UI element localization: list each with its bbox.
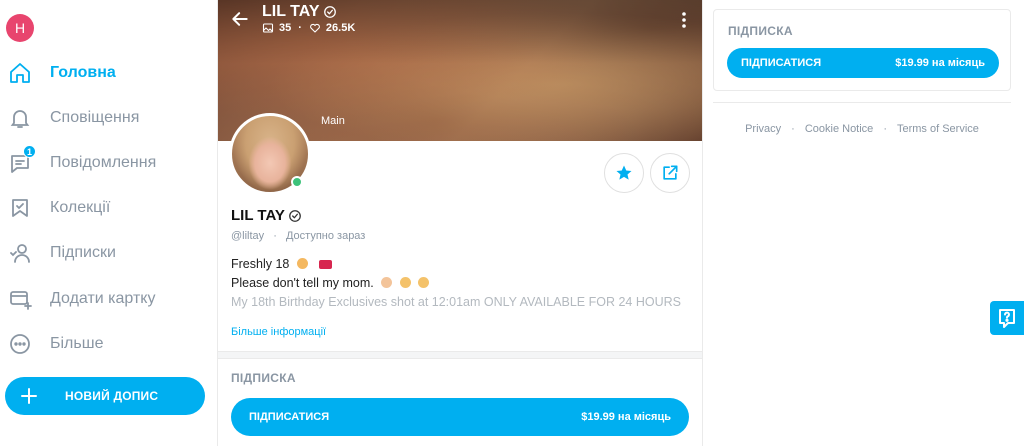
share-button[interactable] — [650, 153, 690, 193]
section-divider — [218, 351, 702, 359]
subscribe-label: ПІДПИСАТИСЯ — [741, 57, 822, 69]
cookie-notice-link[interactable]: Cookie Notice — [805, 123, 873, 135]
profile-bio: Freshly 18 Please don't tell my mom. My … — [231, 255, 681, 312]
plus-icon — [21, 388, 37, 404]
profile-display-name: LIL TAY — [231, 207, 285, 224]
bow-emoji-icon — [319, 260, 333, 269]
kebab-menu-icon[interactable] — [677, 10, 691, 30]
heart-icon — [310, 23, 320, 33]
stats-separator: · — [298, 22, 302, 34]
subscribe-label: ПІДПИСАТИСЯ — [249, 411, 330, 423]
media-count: 35 — [279, 22, 292, 34]
handle-row: @liltay · Доступно зараз — [231, 230, 365, 242]
footer-separator: · — [791, 123, 795, 135]
sidebar-item-subscriptions[interactable]: Підписки — [0, 233, 217, 273]
card-icon — [10, 291, 32, 310]
more-info-link[interactable]: Більше інформації — [231, 326, 326, 338]
sidebar-item-label: Підписки — [50, 244, 116, 261]
emoji-icon — [296, 258, 308, 269]
star-icon — [616, 165, 632, 180]
sidebar-item-label: Головна — [50, 64, 116, 81]
bio-line: My 18th Birthday Exclusives shot at 12:0… — [231, 295, 681, 309]
subscribe-price: $19.99 на місяць — [581, 411, 671, 423]
sidebar-item-home[interactable]: Головна — [0, 53, 217, 93]
sidebar-item-label: Сповіщення — [50, 109, 140, 126]
verified-icon — [323, 6, 336, 18]
app: H Головна Сповіщення 1 Повідомлення Коле… — [0, 0, 1024, 446]
cover-tag: Main — [321, 115, 345, 127]
help-icon — [999, 309, 1015, 328]
hand-emoji-icon — [418, 277, 430, 288]
subscription-card: ПІДПИСКА ПІДПИСАТИСЯ $19.99 на місяць — [713, 9, 1011, 91]
online-status-dot — [291, 176, 303, 188]
sidebar-item-messages[interactable]: 1 Повідомлення — [0, 143, 217, 183]
sidebar-item-label: Колекції — [50, 199, 111, 216]
availability-status: Доступно зараз — [285, 230, 366, 242]
sidebar-item-label: Додати картку — [50, 290, 156, 307]
subscribe-button-sidebar[interactable]: ПІДПИСАТИСЯ $19.99 на місяць — [727, 48, 999, 78]
verified-icon — [289, 209, 301, 222]
share-icon — [663, 165, 678, 180]
sidebar-item-add-card[interactable]: Додати картку — [0, 279, 217, 319]
sidebar-item-collections[interactable]: Колекції — [0, 188, 217, 228]
back-arrow-icon[interactable] — [230, 9, 250, 29]
privacy-link[interactable]: Privacy — [745, 123, 781, 135]
home-icon — [10, 63, 30, 83]
image-icon — [262, 23, 274, 33]
bio-line: Freshly 18 — [231, 255, 681, 274]
profile-column: LIL TAY 35 · 26.5K Main LIL TAY @liltay … — [217, 0, 703, 446]
handle-separator: · — [273, 230, 277, 242]
bookmark-icon — [12, 199, 28, 217]
footer-separator: · — [883, 123, 887, 135]
favorite-button[interactable] — [604, 153, 644, 193]
help-button[interactable] — [990, 301, 1024, 335]
cover-stats: 35 · 26.5K — [262, 22, 355, 34]
more-icon — [10, 334, 30, 354]
profile-name: LIL TAY — [231, 207, 302, 224]
bio-line: Please don't tell my mom. — [231, 274, 681, 293]
sidebar-item-notifications[interactable]: Сповіщення — [0, 98, 217, 138]
hand-emoji-icon — [399, 277, 411, 288]
sidebar-item-more[interactable]: Більше — [0, 324, 217, 364]
sidebar-item-label: Більше — [50, 335, 104, 352]
emoji-icon — [381, 277, 393, 288]
user-avatar[interactable]: H — [6, 14, 34, 42]
sidebar-item-label: Повідомлення — [50, 154, 157, 171]
subscription-section-title: ПІДПИСКА — [231, 371, 296, 385]
cover-title: LIL TAY — [262, 3, 337, 21]
user-initial: H — [14, 20, 26, 36]
new-post-button[interactable]: НОВИЙ ДОПИС — [5, 377, 205, 415]
likes-count: 26.5K — [325, 22, 356, 34]
message-count-badge: 1 — [23, 145, 36, 158]
subscribe-price: $19.99 на місяць — [895, 57, 985, 69]
sidebar: H Головна Сповіщення 1 Повідомлення Коле… — [0, 0, 217, 446]
footer-links: Privacy · Cookie Notice · Terms of Servi… — [713, 102, 1011, 135]
users-icon — [10, 244, 30, 263]
subscribe-button[interactable]: ПІДПИСАТИСЯ $19.99 на місяць — [231, 398, 689, 436]
profile-handle: @liltay — [231, 230, 265, 242]
new-post-label: НОВИЙ ДОПИС — [65, 389, 159, 403]
cover-username: LIL TAY — [262, 3, 320, 20]
terms-link[interactable]: Terms of Service — [897, 123, 979, 135]
bell-icon — [10, 110, 30, 128]
subscription-card-title: ПІДПИСКА — [728, 24, 793, 38]
